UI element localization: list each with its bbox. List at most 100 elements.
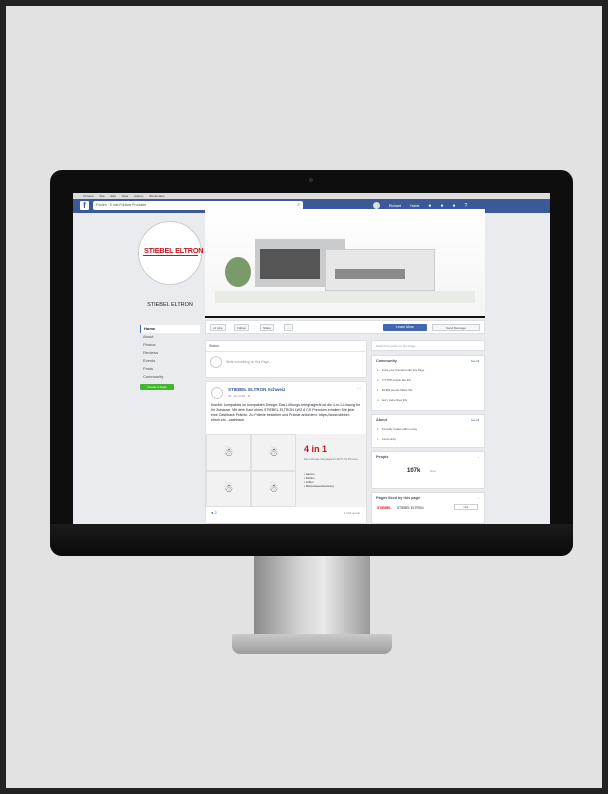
logo-underline: [143, 255, 198, 256]
community-row-text: Jerry Liebe likes this: [381, 398, 408, 402]
post-author-avatar[interactable]: [211, 387, 223, 399]
more-button[interactable]: ···: [284, 324, 293, 331]
liked-pages-card: Pages liked by this page › STIEBEL STIEB…: [371, 492, 485, 524]
category-icon: ●: [377, 437, 379, 441]
post-author[interactable]: STIEBEL ELTRON Schweiz: [228, 387, 285, 392]
page-profile-picture[interactable]: STIEBEL ELTRON: [138, 221, 204, 285]
menubar-item[interactable]: Chrome: [83, 194, 94, 198]
reaction-count: 2: [214, 510, 217, 515]
like-button[interactable]: 👍︎ Like: [210, 324, 226, 331]
about-row-text: Typically replies within a day: [381, 427, 417, 431]
liked-page-logo[interactable]: STIEBEL: [377, 506, 391, 510]
user-avatar[interactable]: [373, 202, 380, 209]
liked-pages-chevron-icon[interactable]: ›: [478, 497, 479, 500]
people-title: People: [376, 455, 389, 459]
product-icon: ☃: [251, 434, 296, 471]
follow-button[interactable]: Follow: [234, 324, 249, 331]
cover-building-windows: [335, 269, 405, 279]
post-image-grid: ☃ ☃ ☃ ☃: [206, 434, 296, 507]
post-shares[interactable]: 1 Mal geteilt: [344, 511, 360, 515]
page-nav: Home About Photos Reviews Events Posts C…: [140, 325, 200, 381]
cover-ground: [215, 291, 475, 303]
people-chevron-icon[interactable]: ›: [478, 456, 479, 459]
liked-page-name[interactable]: STIEBEL ELTRON: [397, 506, 424, 510]
community-row-text: 777,878 people like this: [381, 378, 412, 382]
people-count-label: likes: [430, 469, 437, 473]
home-link[interactable]: Home: [410, 204, 419, 208]
likes-icon: ●: [377, 378, 379, 382]
page-action-bar: 👍︎ Like Follow Share ··· Learn More Send…: [205, 320, 485, 334]
community-see-all[interactable]: See All: [471, 360, 479, 363]
post-date[interactable]: 25. Juli 2018 · ⊕: [228, 394, 250, 398]
about-see-all[interactable]: See All: [471, 419, 479, 422]
page-search-input[interactable]: Search for posts on this Page: [371, 340, 485, 351]
create-page-button[interactable]: Create a Page: [140, 384, 174, 390]
composer-divider: [206, 351, 366, 352]
share-button[interactable]: Share: [260, 324, 275, 331]
search-icon[interactable]: ⌕: [297, 202, 300, 208]
thumbs-up-icon: 👍︎: [213, 326, 217, 330]
monitor-stand-foot: [232, 634, 392, 654]
promo-list-item: • Warmwasserbereitung: [304, 484, 334, 488]
post-text: Kombil: kompaktes im kompakten Design: D…: [211, 403, 361, 422]
page-name[interactable]: STIEBEL ELTRON: [138, 302, 202, 308]
about-title: About: [376, 418, 387, 422]
promo-subtitle: Das Lüftungs-Integralgerät LWZ 8 CS Prem…: [304, 458, 359, 461]
composer-tab-status[interactable]: Status: [209, 344, 219, 348]
composer-input[interactable]: Write something on this Page...: [226, 360, 272, 364]
page-left-column: STIEBEL ELTRON STIEBEL ELTRON Home About…: [73, 213, 204, 524]
page-logo: STIEBEL ELTRON: [144, 246, 204, 255]
community-title: Community: [376, 359, 397, 363]
product-icon: ☃: [206, 470, 251, 507]
messages-icon[interactable]: ●: [440, 203, 443, 209]
facebook-logo-icon[interactable]: f: [80, 201, 89, 210]
community-row-text: 84,982 people follow this: [381, 388, 413, 392]
liked-page-like-button[interactable]: Like: [454, 504, 478, 510]
nav-home[interactable]: Home: [140, 325, 200, 333]
community-row-text: Invite your friends to like this Page: [381, 368, 425, 372]
post-options-icon[interactable]: ···: [356, 386, 361, 392]
menubar-item[interactable]: View: [122, 194, 128, 198]
learn-more-button[interactable]: Learn More: [383, 324, 427, 331]
cover-building-glass: [260, 249, 320, 279]
screen: Chrome File Edit View History Bookmarks …: [73, 193, 550, 524]
friends-icon[interactable]: ●: [428, 203, 431, 209]
about-card: About See All ● Typically replies within …: [371, 414, 485, 448]
send-message-button[interactable]: Send Message: [432, 324, 480, 331]
user-link[interactable]: Richard: [389, 204, 401, 208]
like-reaction-icon: ●: [211, 510, 214, 515]
nav-posts[interactable]: Posts: [140, 365, 200, 373]
help-icon[interactable]: ?: [465, 203, 468, 209]
nav-reviews[interactable]: Reviews: [140, 349, 200, 357]
post-reactions[interactable]: ● 2: [211, 510, 217, 515]
about-row[interactable]: ● Community: [377, 437, 396, 441]
people-count: 107k: [407, 468, 421, 474]
community-row: ● 777,878 people like this: [377, 378, 411, 382]
promo-title: 4 in 1: [304, 444, 328, 454]
nav-photos[interactable]: Photos: [140, 341, 200, 349]
promo-list: • Heizen • Kühlen • Lüften • Warmwasserb…: [304, 472, 334, 488]
post-composer: Status Write something on this Page...: [205, 340, 367, 378]
menubar-item[interactable]: File: [100, 194, 105, 198]
feed-post: STIEBEL ELTRON Schweiz 25. Juli 2018 · ⊕…: [205, 381, 367, 524]
notifications-icon[interactable]: ●: [452, 203, 455, 209]
webcam: [309, 178, 313, 182]
nav-about[interactable]: About: [140, 333, 200, 341]
community-row: ● 84,982 people follow this: [377, 388, 413, 392]
post-image[interactable]: ☃ ☃ ☃ ☃ 4 in 1 Das Lüftungs-Integralgerä…: [206, 434, 366, 507]
cover-photo[interactable]: [205, 209, 485, 318]
product-icon: ☃: [206, 434, 251, 471]
about-row: ● Typically replies within a day: [377, 427, 417, 431]
nav-community[interactable]: Community: [140, 373, 200, 381]
like-label: Like: [216, 326, 223, 330]
menubar-item[interactable]: Bookmarks: [149, 194, 164, 198]
people-card: People › 107k likes: [371, 451, 485, 489]
nav-events[interactable]: Events: [140, 357, 200, 365]
follows-icon: ●: [377, 388, 379, 392]
about-row-text: Community: [381, 437, 396, 441]
menubar-item[interactable]: History: [134, 194, 143, 198]
community-row[interactable]: ● Jerry Liebe likes this: [377, 398, 407, 402]
monitor-stand-neck: [254, 556, 370, 634]
community-row[interactable]: ● Invite your friends to like this Page: [377, 368, 424, 372]
menubar-item[interactable]: Edit: [111, 194, 116, 198]
